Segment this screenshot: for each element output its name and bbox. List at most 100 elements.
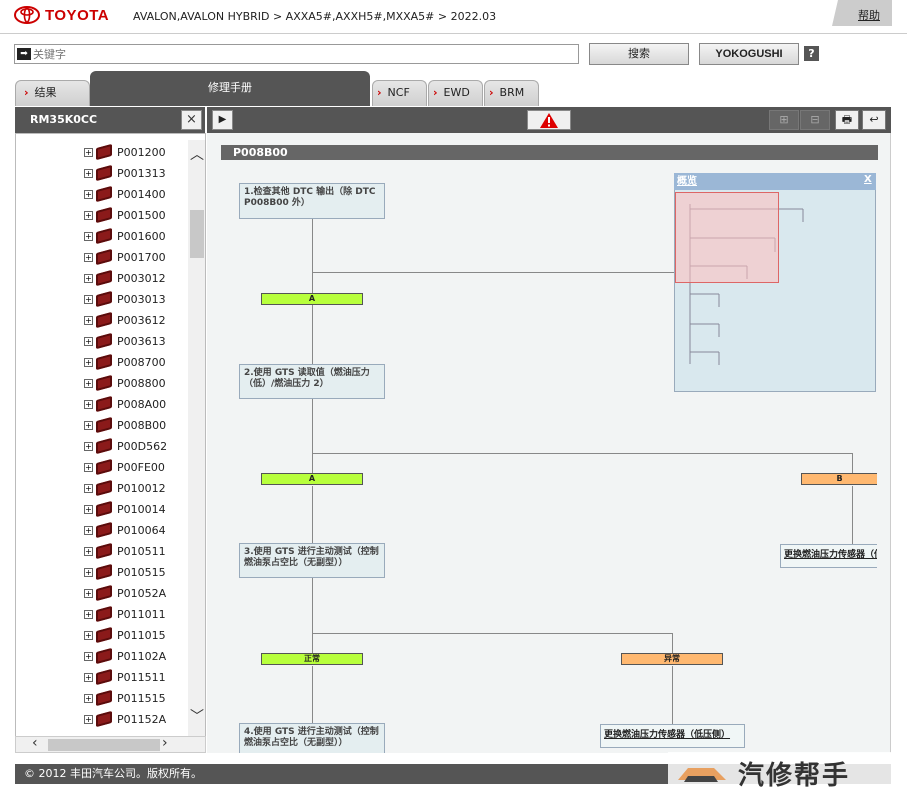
close-left-panel-button[interactable]: ×: [181, 110, 202, 130]
expand-plus-icon[interactable]: +: [84, 147, 93, 157]
chevron-left-icon[interactable]: ‹: [32, 735, 38, 751]
overview-close-button[interactable]: X: [864, 174, 872, 185]
tree-item-label[interactable]: P010511: [117, 545, 166, 558]
tree-item[interactable]: + P010511: [84, 542, 166, 560]
expand-plus-icon[interactable]: +: [84, 357, 93, 367]
branch-a-2[interactable]: A: [261, 473, 363, 485]
tree-item-label[interactable]: P010014: [117, 503, 166, 516]
tree-item[interactable]: + P003013: [84, 290, 166, 308]
expand-plus-icon[interactable]: +: [84, 588, 93, 598]
expand-plus-icon[interactable]: +: [84, 420, 93, 430]
tree-item[interactable]: + P00D562: [84, 437, 167, 455]
expand-plus-icon[interactable]: +: [84, 273, 93, 283]
tree-item-label[interactable]: P001400: [117, 188, 166, 201]
tree-item[interactable]: + P011011: [84, 605, 166, 623]
expand-plus-icon[interactable]: +: [84, 294, 93, 304]
search-input[interactable]: [33, 46, 573, 62]
step-2-box[interactable]: 2.使用 GTS 读取值（燃油压力（低）/燃油压力 2）: [239, 364, 385, 399]
expand-plus-icon[interactable]: +: [84, 189, 93, 199]
expand-plus-icon[interactable]: +: [84, 693, 93, 703]
tree-item-label[interactable]: P011515: [117, 692, 166, 705]
tree-item[interactable]: + P003613: [84, 332, 166, 350]
tree-item[interactable]: + P01052A: [84, 584, 166, 602]
search-button[interactable]: 搜索: [589, 43, 689, 65]
tree-item-label[interactable]: P011015: [117, 629, 166, 642]
tree-item-label[interactable]: P010515: [117, 566, 166, 579]
tab-ewd[interactable]: › EWD: [428, 80, 483, 106]
tree-item[interactable]: + P008A00: [84, 395, 166, 413]
tree-item-label[interactable]: P001600: [117, 230, 166, 243]
warning-button[interactable]: [527, 110, 571, 130]
expand-plus-icon[interactable]: +: [84, 210, 93, 220]
tree-item[interactable]: + P011515: [84, 689, 166, 707]
branch-abnormal[interactable]: 异常: [621, 653, 723, 665]
search-field[interactable]: ➡: [14, 44, 579, 64]
step-3-box[interactable]: 3.使用 GTS 进行主动测试（控制燃油泵占空比（无副型））: [239, 543, 385, 578]
tree-item-label[interactable]: P011511: [117, 671, 166, 684]
expand-plus-icon[interactable]: +: [84, 651, 93, 661]
tree-item[interactable]: + P010515: [84, 563, 166, 581]
tree-item[interactable]: + P008700: [84, 353, 166, 371]
expand-plus-icon[interactable]: +: [84, 714, 93, 724]
tree-item[interactable]: + P008800: [84, 374, 166, 392]
expand-plus-icon[interactable]: +: [84, 168, 93, 178]
expand-plus-icon[interactable]: +: [84, 336, 93, 346]
tree-item-label[interactable]: P01152A: [117, 713, 166, 726]
tab-brm[interactable]: › BRM: [484, 80, 539, 106]
expand-plus-icon[interactable]: +: [84, 231, 93, 241]
print-button[interactable]: 🖶: [835, 110, 859, 130]
expand-plus-icon[interactable]: +: [84, 525, 93, 535]
tree-item[interactable]: + P001500: [84, 206, 166, 224]
tree-item[interactable]: + P01152A: [84, 710, 166, 728]
branch-a-1[interactable]: A: [261, 293, 363, 305]
tree-item[interactable]: + P003612: [84, 311, 166, 329]
result-replace-sensor-link[interactable]: 更换燃油压力传感器（低: [780, 544, 877, 568]
expand-plus-icon[interactable]: +: [84, 609, 93, 619]
expand-plus-icon[interactable]: +: [84, 462, 93, 472]
tree-item[interactable]: + P001600: [84, 227, 166, 245]
help-tab[interactable]: 帮助: [832, 0, 892, 26]
return-button[interactable]: ↩: [862, 110, 886, 130]
tree-item-label[interactable]: P003612: [117, 314, 166, 327]
zoom-in-button[interactable]: ⊞: [769, 110, 799, 130]
tree-item[interactable]: + P003012: [84, 269, 166, 287]
tree-item-label[interactable]: P01102A: [117, 650, 166, 663]
yokogushi-button[interactable]: YOKOGUSHI: [699, 43, 799, 65]
expand-plus-icon[interactable]: +: [84, 252, 93, 262]
branch-b[interactable]: B: [801, 473, 877, 485]
tree-item[interactable]: + P010012: [84, 479, 166, 497]
tree-item-label[interactable]: P00FE00: [117, 461, 165, 474]
expand-plus-icon[interactable]: +: [84, 546, 93, 556]
help-question-button[interactable]: ?: [804, 46, 819, 61]
tree-scroll-thumb[interactable]: [190, 210, 204, 258]
tree-item[interactable]: + P01102A: [84, 647, 166, 665]
help-link[interactable]: 帮助: [858, 7, 880, 23]
result-replace-low-pressure-sensor-link[interactable]: 更换燃油压力传感器（低压侧）: [600, 724, 745, 748]
tree-item[interactable]: + P010064: [84, 521, 166, 539]
expand-plus-icon[interactable]: +: [84, 630, 93, 640]
tree-item[interactable]: + P011511: [84, 668, 166, 686]
tree-item-label[interactable]: P008700: [117, 356, 166, 369]
zoom-out-button[interactable]: ⊟: [800, 110, 830, 130]
tree-item-label[interactable]: P010012: [117, 482, 166, 495]
tree-item[interactable]: + P008B00: [84, 416, 166, 434]
branch-normal[interactable]: 正常: [261, 653, 363, 665]
tab-repair-manual[interactable]: 修理手册: [90, 71, 370, 106]
tree-item-label[interactable]: P003013: [117, 293, 166, 306]
tab-ncf[interactable]: › NCF: [372, 80, 427, 106]
overview-viewport-box[interactable]: [675, 192, 779, 283]
step-1-box[interactable]: 1.检查其他 DTC 输出（除 DTC P008B00 外）: [239, 183, 385, 219]
tree-hscroll-thumb[interactable]: [48, 739, 160, 751]
tree-item[interactable]: + P011015: [84, 626, 166, 644]
tree-item-label[interactable]: P011011: [117, 608, 166, 621]
tree-item[interactable]: + P001200: [84, 143, 166, 161]
tree-item-label[interactable]: P008B00: [117, 419, 166, 432]
expand-plus-icon[interactable]: +: [84, 483, 93, 493]
chevron-right-icon[interactable]: ›: [162, 735, 168, 751]
chevron-down-icon[interactable]: ﹀: [190, 706, 204, 726]
tree-item-label[interactable]: P001500: [117, 209, 166, 222]
tree-item[interactable]: + P001313: [84, 164, 166, 182]
expand-plus-icon[interactable]: +: [84, 504, 93, 514]
expand-plus-icon[interactable]: +: [84, 315, 93, 325]
chevron-up-icon[interactable]: ︿: [190, 144, 204, 164]
